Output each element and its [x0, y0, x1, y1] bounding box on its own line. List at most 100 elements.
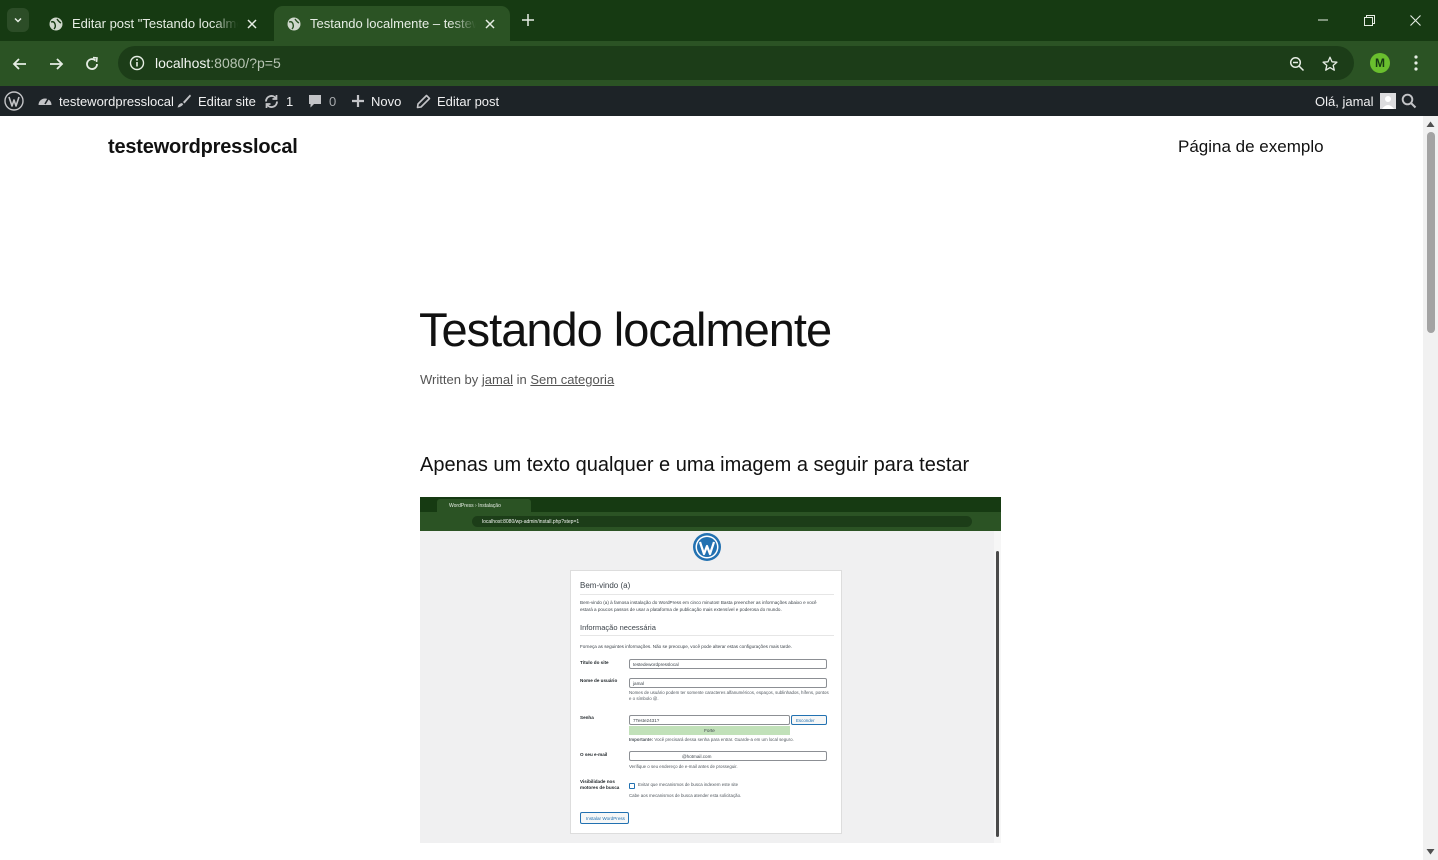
minimize-button[interactable]	[1300, 0, 1346, 40]
browser-toolbar: localhost:8080/?p=5 M	[0, 41, 1438, 86]
divider	[580, 594, 834, 595]
zoom-icon[interactable]	[1286, 53, 1308, 75]
visibility-label: Visibilidade nos motores de busca	[580, 779, 620, 790]
meta-in: in	[516, 372, 527, 387]
forward-button[interactable]	[43, 51, 69, 77]
tab-edit-post[interactable]: Editar post "Testando localmente" ‹ test…	[36, 6, 272, 41]
post-image: WordPress › Instalação localhost:8080/wp…	[420, 497, 1001, 843]
nav-item-sample-page[interactable]: Página de exemplo	[1178, 137, 1324, 157]
url-text: localhost:8080/?p=5	[155, 55, 281, 71]
info-heading: Informação necessária	[580, 623, 656, 632]
site-info-icon[interactable]	[126, 52, 148, 74]
bookmark-star-icon[interactable]	[1319, 53, 1341, 75]
search-icon	[1401, 93, 1417, 109]
scroll-down-icon[interactable]	[1426, 848, 1435, 856]
post-paragraph: Apenas um texto qualquer e uma imagem a …	[420, 454, 970, 476]
meta-prefix: Written by	[420, 372, 479, 387]
avatar	[1379, 93, 1396, 109]
edit-post-label: Editar post	[437, 93, 500, 109]
wp-logo-menu[interactable]	[4, 86, 24, 116]
arrow-right-icon	[50, 58, 64, 70]
comments-count: 0	[329, 93, 337, 109]
arrow-left-icon	[12, 58, 26, 70]
category-link[interactable]: Sem categoria	[530, 372, 614, 387]
chevron-down-icon	[14, 17, 22, 23]
minimize-icon	[1318, 19, 1328, 21]
password-label: Senha	[580, 715, 594, 720]
admin-bar-site-name[interactable]: testewordpresslocal	[37, 86, 174, 116]
brush-icon	[177, 94, 191, 108]
email-help: Verifique o seu endereço de e-mail antes…	[629, 764, 738, 769]
address-bar[interactable]: localhost:8080/?p=5	[118, 46, 1354, 80]
close-icon[interactable]	[480, 14, 500, 34]
site-name-label: testewordpresslocal	[59, 93, 174, 109]
back-button[interactable]	[7, 51, 33, 77]
comment-icon	[309, 95, 321, 108]
reload-button[interactable]	[79, 51, 105, 77]
site-title-field: testedewordpresslocal	[629, 659, 827, 669]
email-field: @hotmail.com	[629, 751, 827, 761]
more-vertical-icon	[1414, 55, 1418, 71]
email-label: O seu e-mail	[580, 752, 608, 757]
password-strength: Forte	[629, 726, 790, 735]
image-url: localhost:8080/wp-admin/install.php?step…	[472, 516, 972, 527]
scroll-up-icon[interactable]	[1426, 120, 1435, 128]
tab-title: Testando localmente – testewordpressloca…	[310, 16, 476, 31]
dashboard-icon	[38, 98, 52, 105]
image-scrollbar	[994, 531, 1001, 843]
divider	[580, 635, 834, 636]
welcome-text: Bem-vindo (a) à famosa instalação do Wor…	[580, 600, 817, 612]
close-icon[interactable]	[242, 14, 262, 34]
tab-search-button[interactable]	[7, 8, 29, 32]
restore-button[interactable]	[1346, 0, 1392, 40]
plus-icon	[522, 14, 534, 26]
page-scrollbar[interactable]	[1423, 116, 1438, 860]
password-help-bold: Importante:	[629, 737, 654, 742]
password-help-text: Você precisará dessa senha para entrar. …	[654, 737, 794, 742]
visibility-checkbox	[629, 783, 635, 789]
globe-icon	[287, 17, 301, 30]
tab-current-post[interactable]: Testando localmente – testewordpressloca…	[274, 6, 510, 41]
visibility-help: Cabe aos mecanismos de busca atender est…	[629, 793, 742, 798]
image-browser-tabs: WordPress › Instalação	[420, 497, 1001, 512]
author-link[interactable]: jamal	[482, 372, 513, 387]
install-form-card: Bem-vindo (a) Bem-vindo (a) à famosa ins…	[570, 570, 842, 834]
greeting-label: Olá, jamal	[1315, 93, 1374, 109]
admin-bar-comments[interactable]: 0	[307, 86, 336, 116]
site-title[interactable]: testewordpresslocal	[108, 136, 298, 159]
install-button: Instalar WordPress	[580, 812, 629, 824]
admin-bar-new[interactable]: Novo	[351, 86, 401, 116]
globe-icon	[49, 17, 63, 30]
admin-bar-search[interactable]	[1401, 86, 1417, 116]
updates-count: 1	[286, 93, 294, 109]
site-title-label: Título do site	[580, 660, 609, 665]
admin-bar-my-account[interactable]: Olá, jamal	[1315, 86, 1396, 116]
username-help: Nomes de usuário podem ter somente carac…	[629, 690, 829, 701]
page-scrollbar-thumb[interactable]	[1427, 132, 1435, 333]
password-field: 7Teste2431?	[629, 715, 790, 725]
profile-avatar[interactable]: M	[1370, 53, 1390, 73]
close-icon	[1409, 14, 1421, 26]
page-content: testewordpresslocal Página de exemplo Te…	[0, 116, 1423, 860]
welcome-heading: Bem-vindo (a)	[580, 581, 631, 590]
new-tab-button[interactable]	[517, 9, 539, 31]
plus-icon	[352, 95, 364, 107]
post-meta: Written by jamal in Sem categoria	[420, 372, 614, 387]
visibility-check-label: Evitar que mecanismos de busca indexem e…	[638, 782, 739, 787]
url-rest: :8080/?p=5	[210, 55, 281, 71]
new-label: Novo	[371, 93, 402, 109]
username-label: Nome de usuário	[580, 678, 618, 683]
admin-bar-edit-site[interactable]: Editar site	[176, 86, 256, 116]
close-window-button[interactable]	[1392, 0, 1438, 40]
password-help: Importante: Você precisará dessa senha p…	[629, 737, 794, 743]
updates-icon	[265, 94, 278, 108]
admin-bar-edit-post[interactable]: Editar post	[416, 86, 499, 116]
admin-bar-updates[interactable]: 1	[263, 86, 293, 116]
restore-icon	[1363, 14, 1375, 26]
image-tab-title: WordPress › Instalação	[437, 499, 531, 512]
reload-icon	[86, 56, 98, 70]
info-text: Forneça as seguintes informações. Não se…	[580, 644, 792, 649]
browser-menu-button[interactable]	[1406, 52, 1426, 74]
image-browser-toolbar: localhost:8080/wp-admin/install.php?step…	[420, 512, 1001, 531]
post-title: Testando localmente	[419, 303, 832, 356]
